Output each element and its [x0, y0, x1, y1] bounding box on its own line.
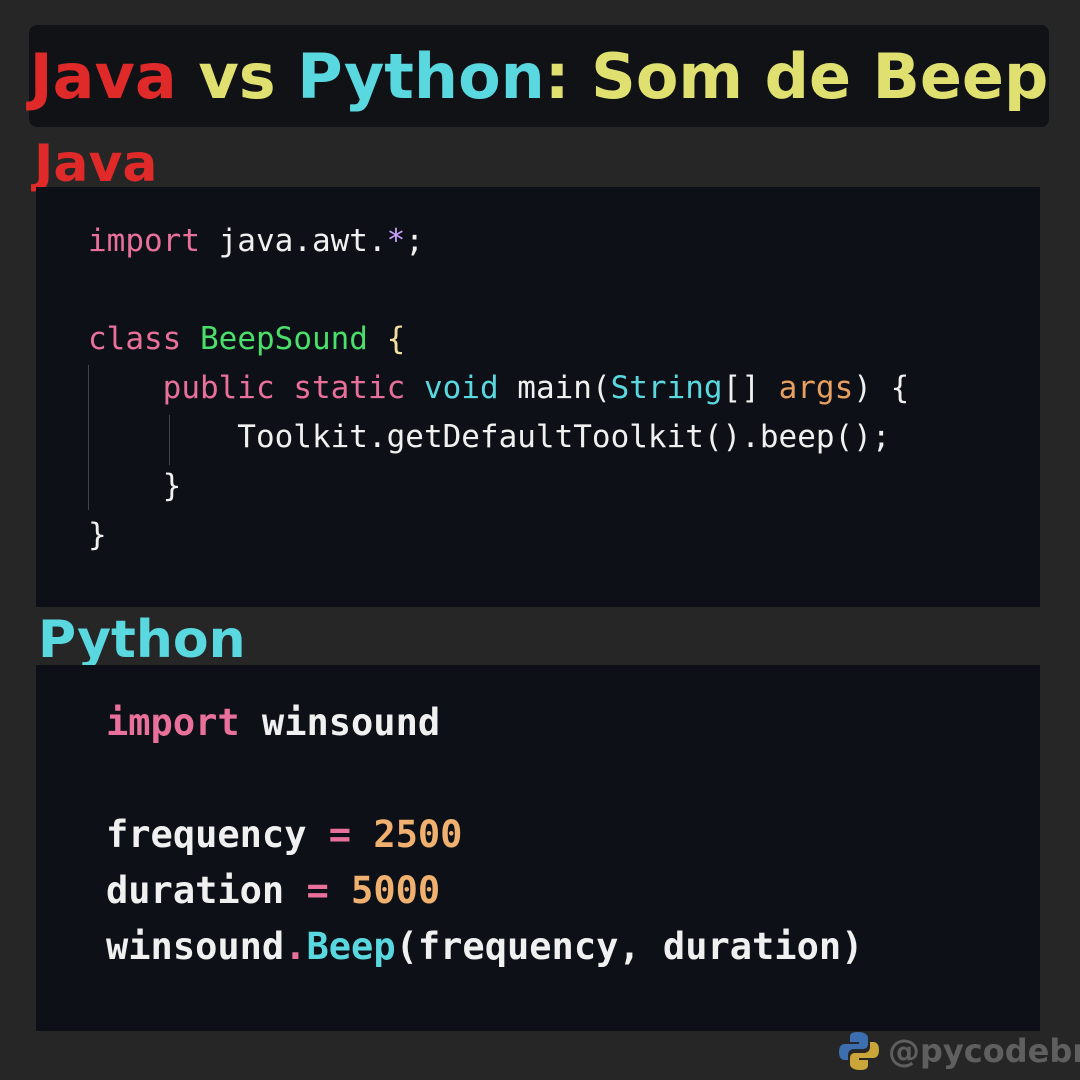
- code-line: Toolkit.getDefaultToolkit().beep();: [88, 419, 891, 455]
- code-token: Toolkit.getDefaultToolkit().beep();: [88, 419, 891, 455]
- code-token: winsound: [239, 701, 441, 744]
- code-token: args: [778, 370, 854, 406]
- code-token: .: [284, 925, 307, 968]
- code-token: java.awt.: [199, 223, 387, 259]
- code-line: import java.awt.*;: [88, 223, 424, 259]
- watermark: @pycodebr: [838, 1030, 1080, 1072]
- code-token: }: [88, 468, 182, 504]
- code-line: public static void main(String[] args) {: [88, 370, 910, 406]
- code-token: =: [284, 869, 352, 912]
- python-section-label: Python: [38, 610, 246, 670]
- code-token: import: [106, 701, 240, 744]
- code-token: }: [88, 517, 107, 553]
- code-token: static: [293, 370, 406, 406]
- code-token: *: [386, 223, 406, 259]
- code-line: import winsound: [106, 701, 440, 744]
- code-line: winsound.Beep(frequency, duration): [106, 925, 863, 968]
- code-token: =: [306, 813, 374, 856]
- code-line: }: [88, 517, 107, 553]
- python-code-block: import winsound frequency = 2500 duration …: [36, 665, 1040, 1031]
- code-token: 5000: [351, 869, 441, 912]
- code-token: BeepSound: [200, 321, 368, 357]
- code-token: void: [423, 370, 499, 406]
- title-part: : Som de Beep: [544, 39, 1049, 113]
- watermark-handle: @pycodebr: [888, 1032, 1080, 1070]
- code-token: Beep: [306, 925, 396, 968]
- java-section-label: Java: [34, 134, 158, 194]
- python-logo-icon: [839, 1032, 879, 1070]
- code-token: String: [610, 370, 723, 406]
- page-title: Java vs Python: Som de Beep: [29, 25, 1049, 127]
- code-line: }: [88, 468, 182, 504]
- code-token: frequency: [106, 813, 307, 856]
- code-token: import: [88, 223, 200, 259]
- code-token: class: [88, 321, 182, 357]
- code-token: ;: [405, 223, 424, 259]
- title-part: vs: [176, 39, 298, 113]
- code-line: class BeepSound {: [88, 321, 405, 357]
- java-code-block: import java.awt.*; class BeepSound { publ…: [36, 187, 1040, 607]
- code-token: public: [162, 370, 275, 406]
- code-token: 2500: [373, 813, 463, 856]
- code-line: frequency = 2500: [106, 813, 462, 856]
- code-token: ) {: [853, 370, 910, 406]
- code-token: []: [722, 370, 779, 406]
- title-part: Python: [297, 39, 545, 113]
- code-token: duration: [106, 869, 285, 912]
- title-part: Java: [29, 39, 177, 113]
- code-token: main(: [498, 370, 611, 406]
- code-token: {: [367, 321, 406, 357]
- code-token: (frequency, duration): [395, 925, 864, 968]
- code-token: winsound: [106, 925, 285, 968]
- code-line: duration = 5000: [106, 869, 440, 912]
